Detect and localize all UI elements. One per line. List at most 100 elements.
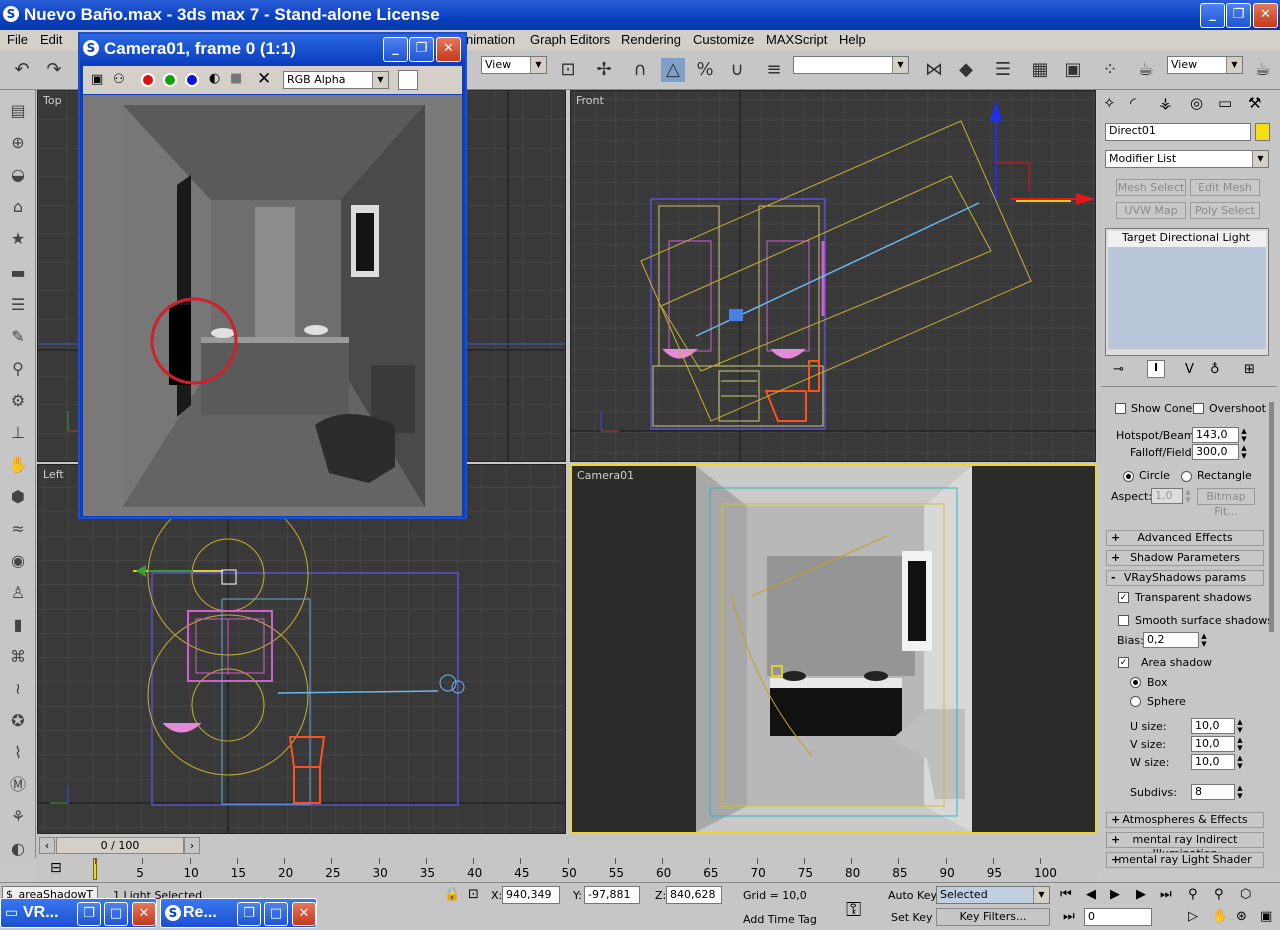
modifier-stack[interactable]: Target Directional Light: [1105, 228, 1269, 356]
reference-coord-dropdown[interactable]: View ▼: [481, 56, 547, 74]
auto-key-button[interactable]: Auto Key: [888, 889, 937, 902]
tool-icon[interactable]: ◉: [6, 550, 30, 572]
blue-channel-icon[interactable]: [185, 73, 199, 87]
tool-icon[interactable]: ⊥: [6, 422, 30, 444]
spinner-arrows-icon[interactable]: ▲ ▼: [1235, 784, 1245, 800]
smooth-surface-checkbox[interactable]: [1118, 615, 1129, 626]
mirror-icon[interactable]: ⋈: [922, 58, 946, 82]
tool-icon[interactable]: ✪: [6, 710, 30, 732]
undo-icon[interactable]: ↶: [10, 58, 34, 82]
close-button[interactable]: ✕: [1253, 3, 1278, 28]
field-of-view-icon[interactable]: ▷: [1188, 909, 1198, 924]
tool-icon[interactable]: ▬: [6, 262, 30, 284]
tool-icon[interactable]: ⌂: [6, 196, 30, 218]
viewport-left[interactable]: Left: [37, 464, 566, 834]
set-key-button[interactable]: Set Key: [891, 911, 933, 924]
display-tab-icon[interactable]: ▭: [1218, 94, 1232, 112]
u-size-spinner[interactable]: 10,0 ▲ ▼: [1191, 718, 1243, 734]
go-to-end-icon[interactable]: ⏭: [1160, 887, 1172, 902]
menu-file[interactable]: File: [7, 32, 28, 47]
spinner-arrows-icon[interactable]: ▲ ▼: [1183, 488, 1193, 504]
material-editor-icon[interactable]: ⁘: [1098, 58, 1122, 82]
falloff-spinner[interactable]: 300,0 ▲ ▼: [1192, 444, 1247, 460]
utilities-tab-icon[interactable]: ⚒: [1248, 94, 1261, 112]
motion-tab-icon[interactable]: ◎: [1190, 94, 1203, 112]
next-frame-icon[interactable]: ▶: [1136, 887, 1146, 902]
area-shadow-checkbox[interactable]: ✓: [1118, 657, 1129, 668]
go-to-start-icon[interactable]: ⏮: [1060, 887, 1072, 902]
menu-help[interactable]: Help: [839, 32, 866, 47]
maximize-button[interactable]: ❐: [1226, 3, 1251, 28]
maximize-button[interactable]: ❐: [409, 37, 434, 62]
object-name-field[interactable]: Direct01: [1105, 123, 1251, 141]
menu-animation[interactable]: nimation: [466, 32, 515, 47]
color-swatch[interactable]: [398, 70, 418, 90]
tool-icon[interactable]: ≀: [6, 678, 30, 700]
chevron-left-icon[interactable]: ‹: [39, 837, 55, 854]
tool-icon[interactable]: ✎: [6, 326, 30, 348]
pin-stack-icon[interactable]: ⊸: [1113, 362, 1124, 377]
zoom-extents-icon[interactable]: ⬡: [1240, 887, 1251, 902]
monochrome-icon[interactable]: ■: [230, 71, 242, 86]
viewport-camera[interactable]: Camera01: [570, 464, 1097, 834]
alpha-channel-icon[interactable]: ◐: [209, 71, 220, 86]
rollout-atmospheres[interactable]: + Atmospheres & Effects: [1106, 812, 1264, 828]
spinner-arrows-icon[interactable]: ▲ ▼: [1239, 444, 1249, 460]
bitmap-fit-button[interactable]: Bitmap Fit...: [1197, 488, 1255, 518]
key-filters-button[interactable]: Key Filters...: [936, 908, 1050, 926]
stack-item[interactable]: Target Directional Light: [1106, 231, 1266, 244]
subdivs-spinner[interactable]: 8 ▲ ▼: [1191, 784, 1243, 800]
transparent-shadows-checkbox[interactable]: ✓: [1118, 592, 1129, 603]
tool-icon[interactable]: ⚲: [6, 358, 30, 380]
redo-icon[interactable]: ↷: [42, 58, 66, 82]
play-icon[interactable]: ▶: [1110, 887, 1120, 902]
modify-tab-icon[interactable]: ◜: [1130, 94, 1136, 112]
close-button[interactable]: ✕: [132, 902, 156, 926]
rollout-mr-indirect[interactable]: +mental ray Indirect Illumination: [1106, 832, 1264, 860]
tool-icon[interactable]: ⌘: [6, 646, 30, 668]
rollout-shadow-parameters[interactable]: + Shadow Parameters: [1106, 550, 1264, 566]
show-end-result-icon[interactable]: I: [1147, 360, 1165, 378]
tool-icon[interactable]: ≈: [6, 518, 30, 540]
close-button[interactable]: ✕: [436, 37, 461, 62]
viewport-front[interactable]: Front: [570, 90, 1096, 462]
layer-manager-icon[interactable]: ☰: [991, 58, 1015, 82]
chevron-right-icon[interactable]: ›: [184, 837, 200, 854]
rectangle-radio[interactable]: [1181, 471, 1192, 482]
tool-icon[interactable]: ⬢: [6, 486, 30, 508]
menu-rendering[interactable]: Rendering: [621, 32, 681, 47]
tool-icon[interactable]: ⊕: [6, 132, 30, 154]
named-selection-dropdown[interactable]: ▼: [793, 56, 909, 74]
v-size-spinner[interactable]: 10,0 ▲ ▼: [1191, 736, 1243, 752]
remove-modifier-icon[interactable]: ♁: [1210, 362, 1220, 377]
tool-icon[interactable]: ▤: [6, 100, 30, 122]
spinner-arrows-icon[interactable]: ▲ ▼: [1239, 427, 1249, 443]
schematic-view-icon[interactable]: ▣: [1061, 58, 1085, 82]
percent-snap-icon[interactable]: %: [693, 58, 717, 82]
spinner-arrows-icon[interactable]: ▲ ▼: [1235, 736, 1245, 752]
green-channel-icon[interactable]: [163, 73, 177, 87]
restore-button[interactable]: ❐: [237, 902, 261, 926]
tool-icon[interactable]: ⚘: [6, 806, 30, 828]
rollout-mr-light-shader[interactable]: + mental ray Light Shader: [1106, 852, 1264, 868]
zoom-icon[interactable]: ⚲: [1188, 887, 1198, 902]
frame-counter[interactable]: 0 / 100: [56, 837, 184, 854]
sphere-radio[interactable]: [1130, 696, 1141, 707]
minimize-button[interactable]: _: [383, 37, 408, 62]
tool-icon[interactable]: ◒: [6, 164, 30, 186]
save-icon[interactable]: ▣: [91, 72, 103, 87]
rollout-advanced-effects[interactable]: + Advanced Effects: [1106, 530, 1264, 546]
selection-set-dropdown[interactable]: Selected ▼: [936, 886, 1050, 904]
box-radio[interactable]: [1130, 677, 1141, 688]
track-bar[interactable]: ⊟ 5 10 15 20 25 30 35 40 45 50 55 60 65 70 75 80 85 90 95 1…: [36, 858, 1097, 882]
menu-edit[interactable]: Edit: [40, 32, 62, 47]
quick-render-icon[interactable]: ☕: [1251, 58, 1275, 82]
create-tab-icon[interactable]: ✧: [1103, 94, 1116, 112]
render-scene-icon[interactable]: ☕: [1134, 58, 1158, 82]
show-cone-checkbox[interactable]: [1115, 403, 1126, 414]
tool-icon[interactable]: ♙: [6, 582, 30, 604]
circle-radio[interactable]: [1123, 471, 1134, 482]
tool-icon[interactable]: Ⓜ: [6, 774, 30, 796]
hierarchy-tab-icon[interactable]: ⚶: [1159, 94, 1172, 112]
tool-icon[interactable]: ⚙: [6, 390, 30, 412]
